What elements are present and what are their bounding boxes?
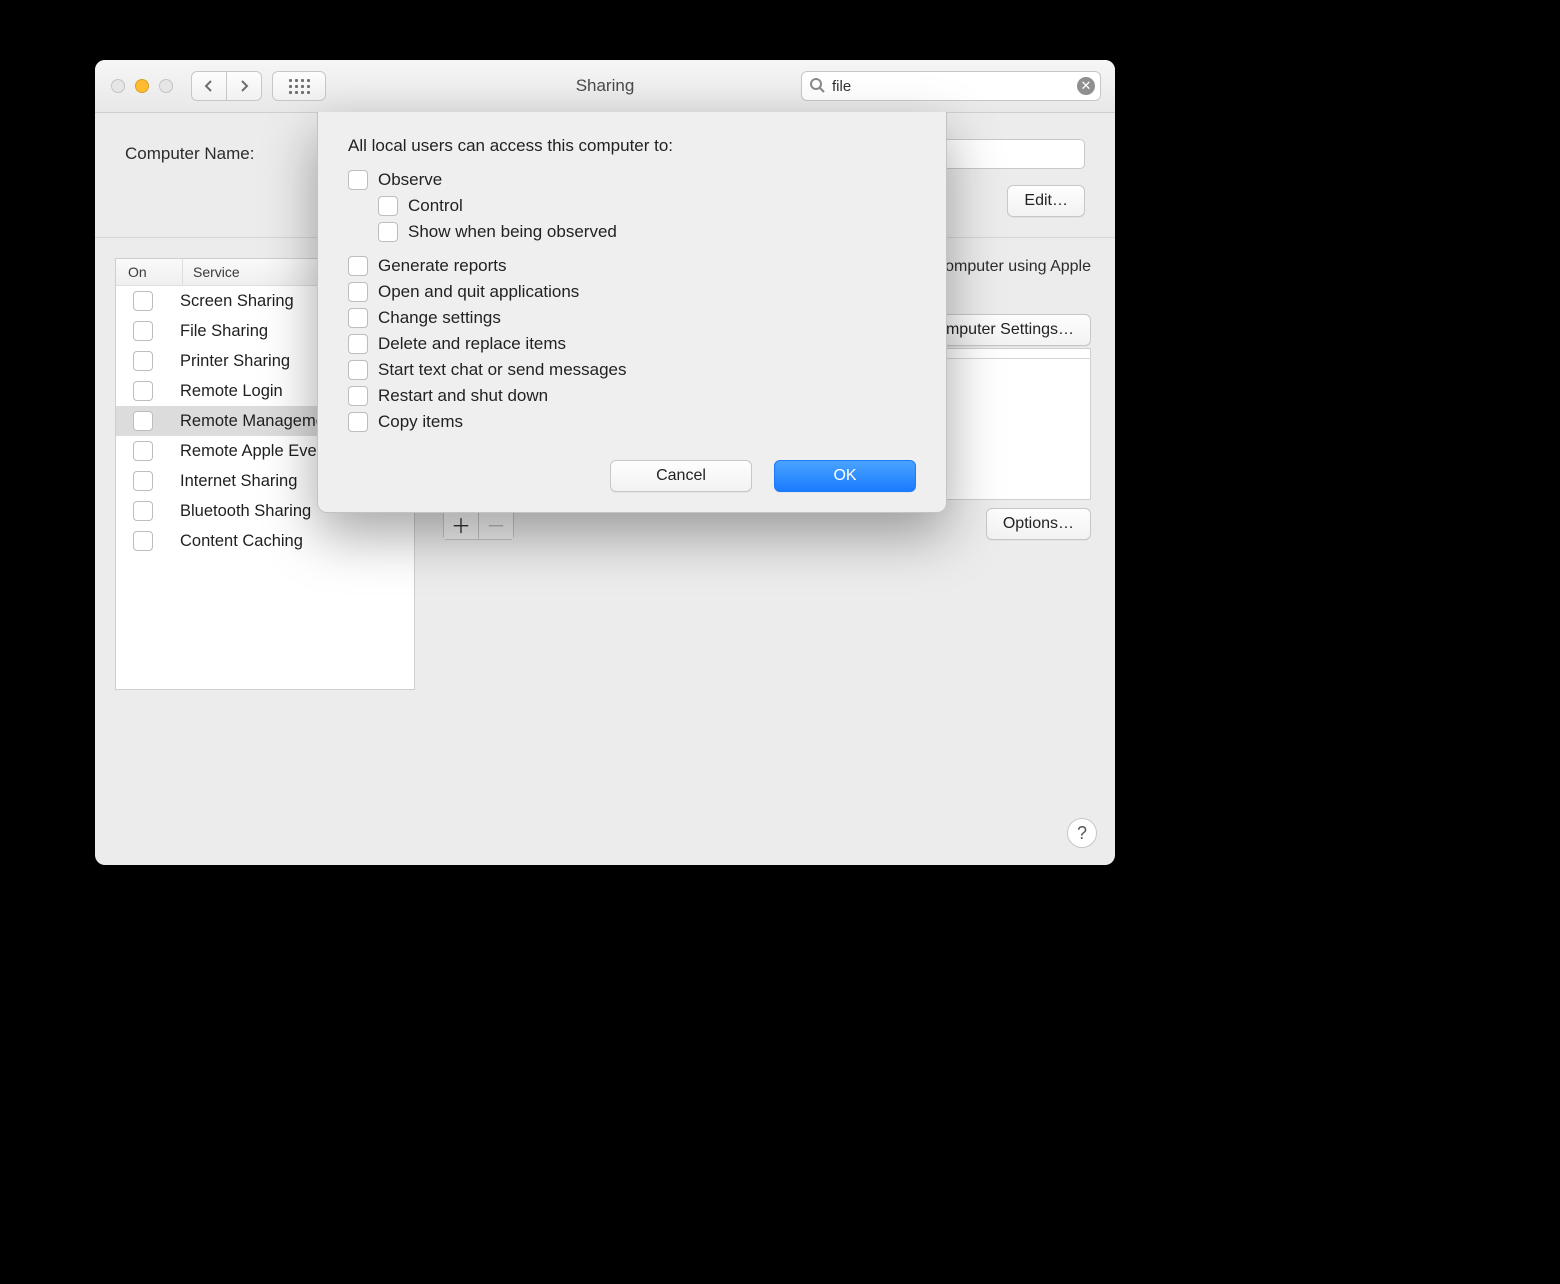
permission-label: Start text chat or send messages bbox=[378, 360, 627, 380]
permission-checkbox[interactable] bbox=[348, 282, 368, 302]
window-controls bbox=[95, 79, 173, 93]
cancel-button[interactable]: Cancel bbox=[610, 460, 752, 492]
permission-label: Show when being observed bbox=[408, 222, 617, 242]
chevron-left-icon bbox=[203, 80, 215, 92]
toolbar: Sharing ✕ bbox=[95, 60, 1115, 113]
service-label: Content Caching bbox=[170, 532, 414, 551]
permission-option[interactable]: Generate reports bbox=[348, 256, 916, 276]
service-checkbox[interactable] bbox=[133, 321, 153, 341]
computer-name-label: Computer Name: bbox=[125, 144, 295, 164]
permission-checkbox[interactable] bbox=[348, 256, 368, 276]
zoom-window-button[interactable] bbox=[159, 79, 173, 93]
service-checkbox[interactable] bbox=[133, 501, 153, 521]
minimize-window-button[interactable] bbox=[135, 79, 149, 93]
service-row[interactable]: Content Caching bbox=[116, 526, 414, 556]
clear-search-button[interactable]: ✕ bbox=[1077, 77, 1095, 95]
permission-option[interactable]: Change settings bbox=[348, 308, 916, 328]
column-on[interactable]: On bbox=[116, 259, 183, 285]
preferences-window: Sharing ✕ Computer Name: Edit… bbox=[95, 60, 1115, 865]
permission-option[interactable]: Open and quit applications bbox=[348, 282, 916, 302]
service-checkbox[interactable] bbox=[133, 291, 153, 311]
service-checkbox[interactable] bbox=[133, 471, 153, 491]
permission-label: Change settings bbox=[378, 308, 501, 328]
permission-label: Copy items bbox=[378, 412, 463, 432]
permission-checkbox[interactable] bbox=[348, 386, 368, 406]
edit-button[interactable]: Edit… bbox=[1007, 185, 1085, 217]
service-checkbox[interactable] bbox=[133, 381, 153, 401]
sheet-footer: Cancel OK bbox=[348, 460, 916, 492]
search-input[interactable] bbox=[801, 71, 1101, 101]
sheet-heading: All local users can access this computer… bbox=[348, 136, 916, 156]
permission-checkbox[interactable] bbox=[348, 308, 368, 328]
permission-option[interactable]: Copy items bbox=[348, 412, 916, 432]
nav-back-forward bbox=[191, 71, 262, 101]
search-field: ✕ bbox=[801, 71, 1101, 101]
permission-label: Observe bbox=[378, 170, 442, 190]
permission-label: Open and quit applications bbox=[378, 282, 579, 302]
permission-option[interactable]: Show when being observed bbox=[378, 222, 916, 242]
grid-icon bbox=[289, 79, 310, 94]
search-icon bbox=[809, 77, 825, 98]
permission-option[interactable]: Start text chat or send messages bbox=[348, 360, 916, 380]
service-checkbox[interactable] bbox=[133, 441, 153, 461]
options-button[interactable]: Options… bbox=[986, 508, 1091, 540]
back-button[interactable] bbox=[191, 71, 227, 101]
help-button[interactable]: ? bbox=[1067, 818, 1097, 848]
forward-button[interactable] bbox=[227, 71, 262, 101]
permission-checkbox[interactable] bbox=[348, 360, 368, 380]
permission-option[interactable]: Control bbox=[378, 196, 916, 216]
service-checkbox[interactable] bbox=[133, 351, 153, 371]
permission-label: Control bbox=[408, 196, 463, 216]
permission-checkbox[interactable] bbox=[348, 334, 368, 354]
permission-option[interactable]: Observe bbox=[348, 170, 916, 190]
show-all-button[interactable] bbox=[272, 71, 326, 101]
service-description: s computer using Apple bbox=[925, 258, 1091, 276]
permissions-sheet: All local users can access this computer… bbox=[317, 112, 947, 513]
close-window-button[interactable] bbox=[111, 79, 125, 93]
permission-label: Delete and replace items bbox=[378, 334, 566, 354]
permission-option[interactable]: Delete and replace items bbox=[348, 334, 916, 354]
permission-label: Restart and shut down bbox=[378, 386, 548, 406]
chevron-right-icon bbox=[238, 80, 250, 92]
permission-label: Generate reports bbox=[378, 256, 507, 276]
service-checkbox[interactable] bbox=[133, 531, 153, 551]
permission-checkbox[interactable] bbox=[378, 222, 398, 242]
permission-checkbox[interactable] bbox=[348, 412, 368, 432]
service-checkbox[interactable] bbox=[133, 411, 153, 431]
permission-checkbox[interactable] bbox=[378, 196, 398, 216]
permission-checkbox[interactable] bbox=[348, 170, 368, 190]
computer-name-input[interactable] bbox=[928, 139, 1085, 169]
permission-option[interactable]: Restart and shut down bbox=[348, 386, 916, 406]
ok-button[interactable]: OK bbox=[774, 460, 916, 492]
